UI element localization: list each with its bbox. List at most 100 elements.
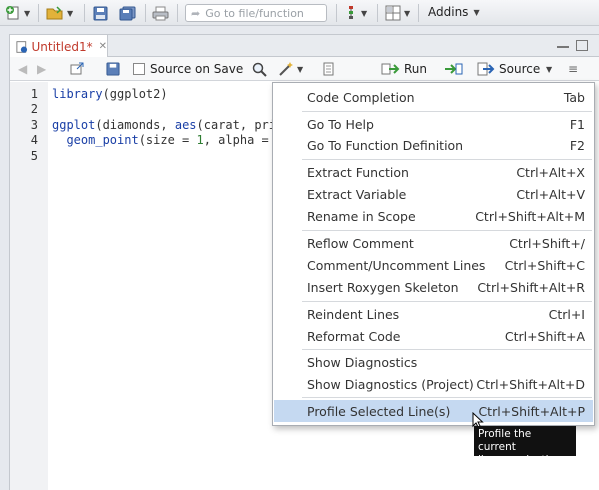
new-file-button[interactable]: ▼ [5, 4, 30, 22]
menu-separator [302, 111, 592, 112]
maximize-pane-button[interactable] [576, 40, 588, 51]
source-on-save-checkbox[interactable] [133, 63, 145, 75]
toolbar-divider [177, 4, 178, 22]
addins-menu[interactable]: Addins ▼ [428, 5, 480, 19]
chevron-down-icon: ▼ [473, 7, 480, 17]
menu-item-shortcut: Ctrl+Alt+V [516, 186, 585, 202]
menu-item-shortcut: Ctrl+Shift+Alt+M [475, 208, 585, 224]
toolbar-divider [336, 4, 337, 22]
magic-wand-icon [279, 62, 293, 76]
main-toolbar: ▼ ▼ ➦ Go to file/function ▼ ▼ Addins ▼ [0, 0, 599, 26]
tooltip: Profile the current line or selection [474, 426, 576, 466]
line-number: 4 [30, 133, 38, 147]
toolbar-divider [145, 4, 146, 22]
menu-item-shortcut: Ctrl+Shift+Alt+R [477, 279, 585, 295]
menu-item-shortcut: Tab [563, 89, 585, 105]
open-file-button[interactable]: ▼ [46, 4, 73, 22]
menu-item-shortcut: Ctrl+Alt+X [516, 164, 585, 180]
chevron-down-icon: ▼ [404, 8, 411, 18]
rerun-button[interactable] [443, 61, 463, 77]
save-icon [93, 6, 108, 20]
code-line[interactable]: ggplot(diamonds, aes(carat, price [52, 118, 290, 133]
toolbar-divider [418, 4, 419, 22]
back-button[interactable]: ◀ [18, 61, 27, 77]
editor-toolbar: ◀ ▶ Source on Save ▼ Run Source ▼ ≡ [10, 57, 599, 81]
menu-item-shortcut: F2 [569, 137, 585, 153]
menu-item-go-to-function-definition[interactable]: Go To Function Definition F2 [274, 134, 593, 156]
source-on-save-toggle[interactable]: Source on Save [133, 61, 243, 77]
code-tools-menu: Code Completion Tab Go To Help F1 Go To Fu… [272, 82, 595, 426]
run-arrow-icon [381, 63, 400, 75]
tab-label: Untitled1* [31, 39, 93, 54]
source-options-dropdown[interactable]: ▼ [543, 61, 552, 77]
toolbar-divider [84, 4, 85, 22]
menu-item-label: Reflow Comment [307, 235, 414, 251]
menu-item-extract-variable[interactable]: Extract Variable Ctrl+Alt+V [274, 183, 593, 205]
code-line[interactable]: geom_point(size = 1, alpha = 0. [52, 133, 290, 148]
run-button[interactable]: Run [381, 61, 427, 77]
line-number: 1 [30, 87, 38, 101]
line-number: 2 [30, 102, 38, 116]
menu-item-reindent-lines[interactable]: Reindent Lines Ctrl+I [274, 303, 593, 325]
code-line[interactable]: library(ggplot2) [52, 87, 168, 102]
source-button[interactable]: Source [477, 61, 540, 77]
minimize-pane-button[interactable] [557, 40, 569, 48]
toolbar-divider [38, 4, 39, 22]
menu-item-shortcut: Ctrl+Shift+C [504, 257, 585, 273]
find-replace-button[interactable] [252, 61, 267, 77]
menu-item-rename-in-scope[interactable]: Rename in Scope Ctrl+Shift+Alt+M [274, 205, 593, 227]
save-all-icon [119, 6, 136, 20]
menu-item-show-diagnostics-project[interactable]: Show Diagnostics (Project) Ctrl+Shift+Alt… [274, 373, 593, 395]
addins-label: Addins [428, 5, 469, 19]
goto-file-function-input[interactable]: ➦ Go to file/function [185, 4, 327, 22]
compile-report-button[interactable] [322, 61, 335, 77]
menu-item-insert-roxygen-skeleton[interactable]: Insert Roxygen Skeleton Ctrl+Shift+Alt+R [274, 276, 593, 298]
menu-item-show-diagnostics[interactable]: Show Diagnostics [274, 351, 593, 373]
chevron-down-icon: ▼ [297, 64, 304, 74]
new-file-icon [6, 6, 19, 20]
save-button[interactable] [93, 4, 108, 22]
print-icon [152, 6, 169, 20]
line-number: 5 [30, 149, 38, 163]
show-in-window-button[interactable] [70, 61, 85, 77]
menu-separator [302, 301, 592, 302]
magnifier-icon [252, 62, 267, 77]
menu-separator [302, 230, 592, 231]
pane-layout-button[interactable]: ▼ [385, 4, 410, 22]
menu-item-label: Show Diagnostics (Project) [307, 376, 474, 392]
menu-item-comment-uncomment-lines[interactable]: Comment/Uncomment Lines Ctrl+Shift+C [274, 254, 593, 276]
menu-item-label: Profile Selected Line(s) [307, 403, 451, 419]
menu-item-label: Show Diagnostics [307, 354, 418, 370]
source-on-save-label: Source on Save [150, 62, 244, 76]
goto-placeholder: Go to file/function [205, 6, 304, 20]
outline-lines-icon: ≡ [568, 62, 579, 76]
document-outline-button[interactable]: ≡ [568, 61, 578, 77]
editor-tab-bar: Untitled1* ✕ [10, 35, 599, 58]
menu-item-shortcut: Ctrl+I [548, 306, 585, 322]
popout-window-icon [70, 62, 84, 75]
menu-item-shortcut: Ctrl+Shift+Alt+D [476, 376, 585, 392]
vcs-button[interactable]: ▼ [344, 4, 367, 22]
menu-item-reformat-code[interactable]: Reformat Code Ctrl+Shift+A [274, 325, 593, 347]
menu-item-profile-selected-lines[interactable]: Profile Selected Line(s) Ctrl+Shift+Alt+P [274, 400, 593, 422]
chevron-down-icon: ▼ [361, 8, 368, 18]
menu-item-extract-function[interactable]: Extract Function Ctrl+Alt+X [274, 161, 593, 183]
menu-item-label: Insert Roxygen Skeleton [307, 279, 459, 295]
menu-item-go-to-help[interactable]: Go To Help F1 [274, 113, 593, 135]
forward-button[interactable]: ▶ [37, 61, 46, 77]
save-all-button[interactable] [119, 4, 136, 22]
close-icon[interactable]: ✕ [99, 41, 107, 52]
folder-open-icon [46, 6, 63, 20]
run-label: Run [404, 62, 428, 76]
menu-item-code-completion[interactable]: Code Completion Tab [274, 86, 593, 108]
tooltip-line: line or selection [478, 454, 562, 466]
menu-item-label: Comment/Uncomment Lines [307, 257, 486, 273]
code-tools-button[interactable]: ▼ [278, 61, 303, 77]
print-button[interactable] [152, 4, 169, 22]
editor-save-button[interactable] [106, 61, 120, 77]
chevron-down-icon: ▼ [546, 64, 553, 74]
menu-item-label: Code Completion [307, 89, 415, 105]
menu-item-reflow-comment[interactable]: Reflow Comment Ctrl+Shift+/ [274, 232, 593, 254]
notebook-icon [323, 62, 334, 76]
tab-untitled1[interactable]: Untitled1* ✕ [10, 35, 108, 58]
